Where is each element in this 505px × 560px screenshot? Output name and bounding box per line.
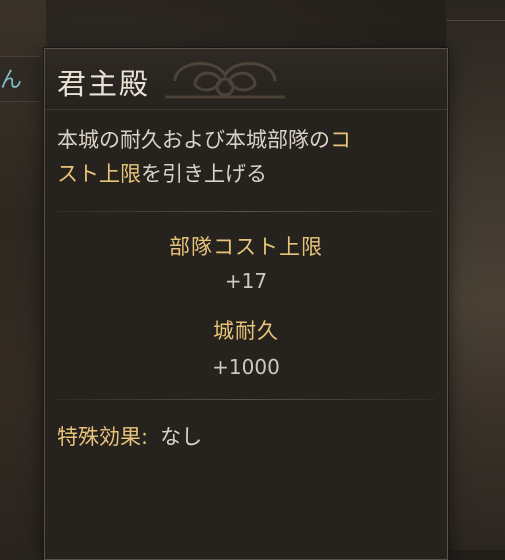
stat-label-castle-durability: 城耐久 xyxy=(213,319,279,343)
special-effect-value: なし xyxy=(160,425,203,449)
description-highlight-2: スト上限 xyxy=(57,162,141,186)
description-text: 本城の耐久および本城部隊の xyxy=(57,128,330,152)
divider-bottom xyxy=(57,399,435,400)
background-partial-text: ん xyxy=(0,68,23,93)
special-effect: 特殊効果: なし xyxy=(57,421,202,451)
stat-value-cost-limit: +17 xyxy=(224,269,268,293)
tooltip-description: 本城の耐久および本城部隊のコスト上限を引き上げる xyxy=(57,123,437,191)
crest-icon xyxy=(165,62,285,99)
stat-value-castle-durability: +1000 xyxy=(212,355,280,379)
divider-top xyxy=(57,211,435,212)
tooltip-header: 君主殿 xyxy=(45,49,447,110)
stat-label-cost-limit: 部隊コスト上限 xyxy=(169,235,323,259)
building-tooltip: 君主殿 本城の耐久および本城部隊のコスト上限を引き上げる 部隊コスト上限 +17… xyxy=(44,48,448,560)
special-effect-label: 特殊効果: xyxy=(57,425,149,449)
background-right-panel xyxy=(446,0,505,550)
description-text-2: を引き上げる xyxy=(141,162,267,186)
tooltip-title: 君主殿 xyxy=(57,67,151,101)
background-right-divider xyxy=(446,20,505,21)
description-highlight: コ xyxy=(330,128,351,152)
